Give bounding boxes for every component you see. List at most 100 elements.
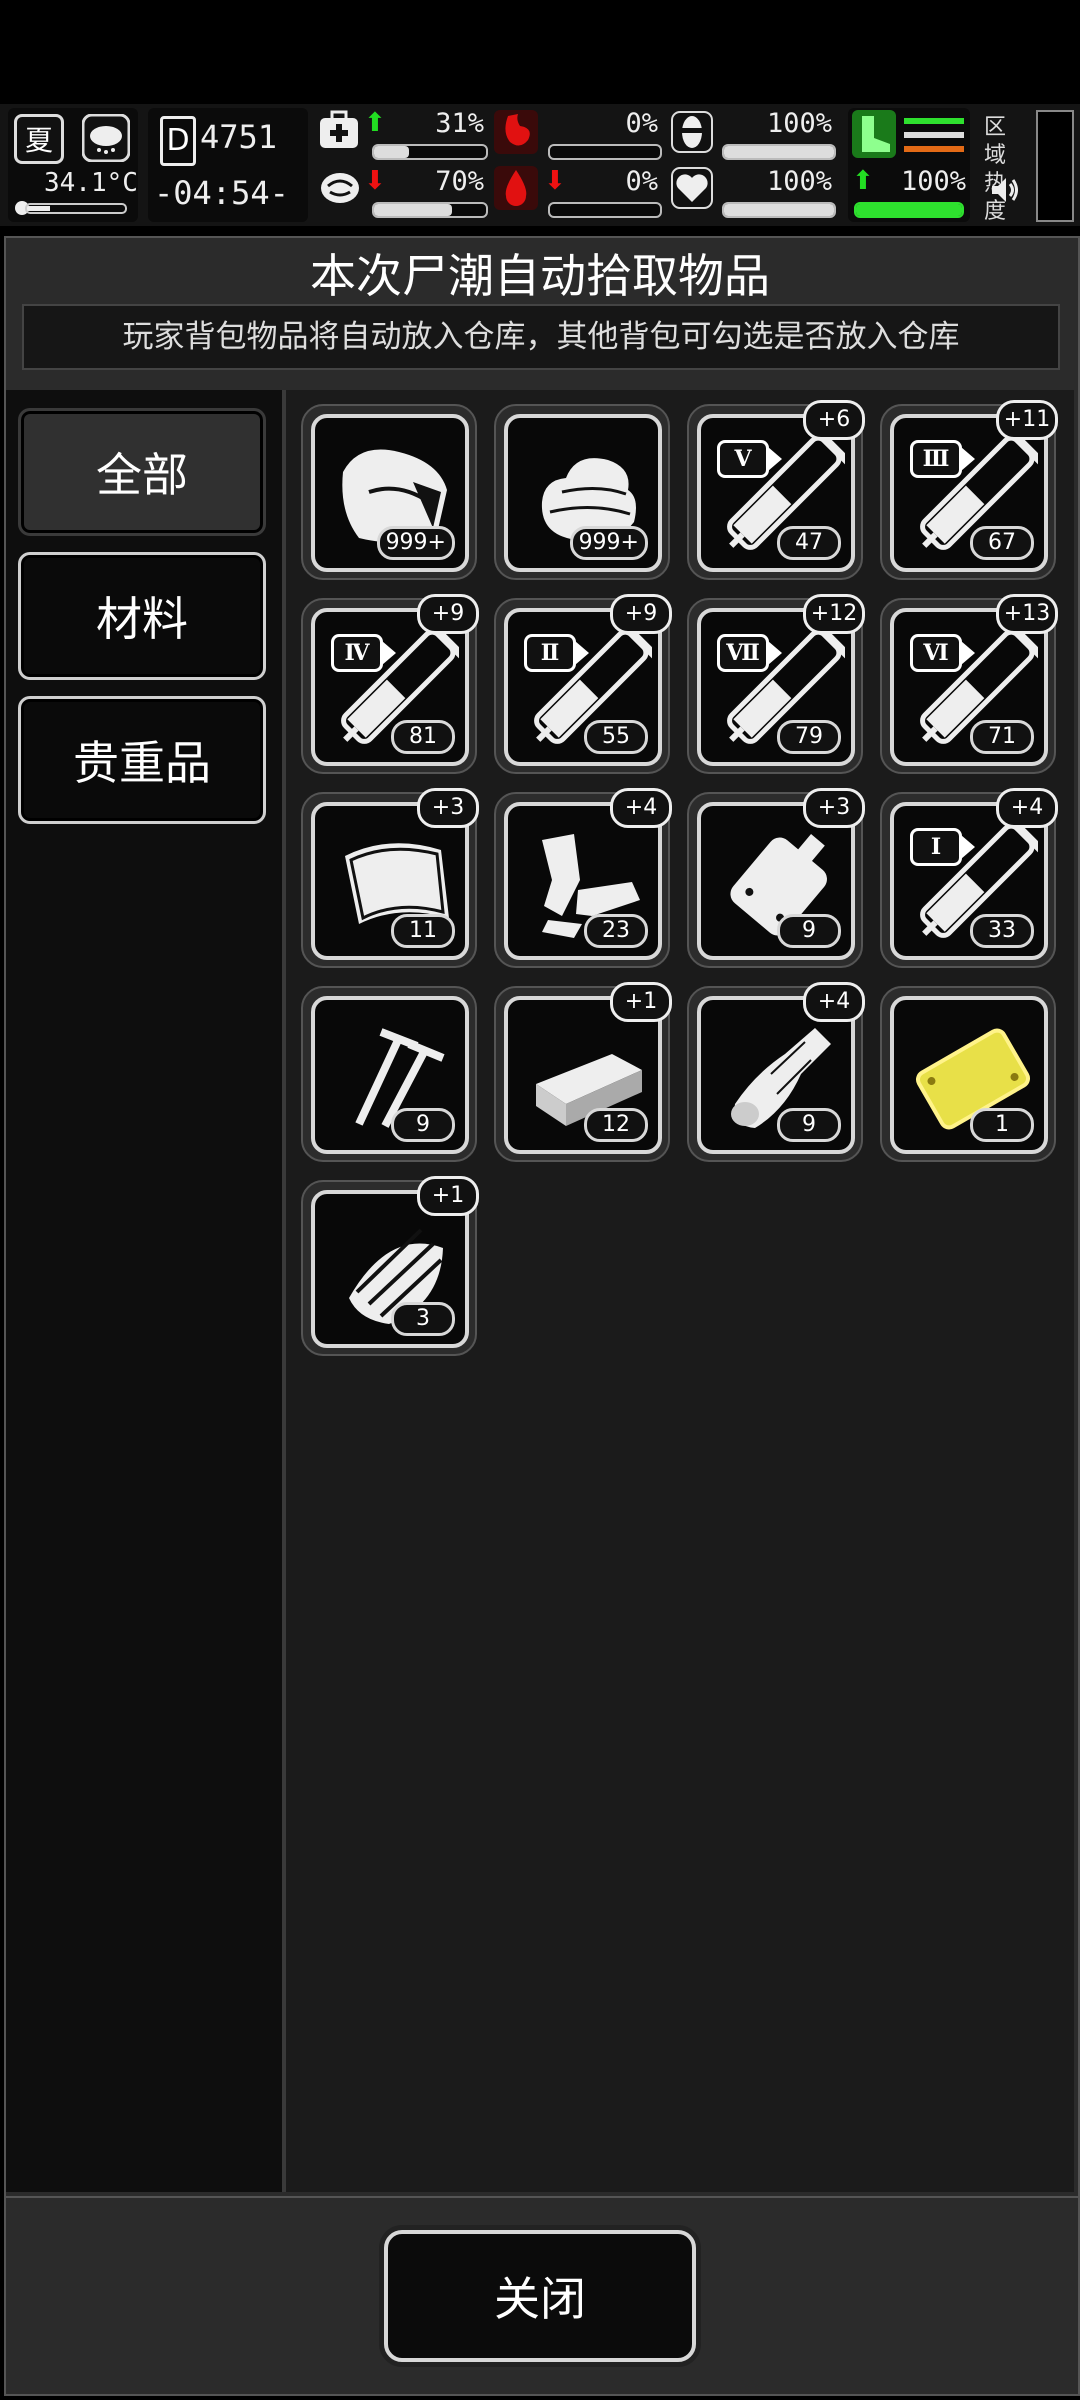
item-count: 9 bbox=[391, 1108, 455, 1142]
item-slot[interactable]: 9 +3 bbox=[687, 788, 865, 968]
armor-percent: 100% bbox=[766, 108, 832, 139]
item-tier-badge: Ⅶ bbox=[717, 634, 782, 672]
item-slot[interactable]: I 33 +4 bbox=[880, 788, 1058, 968]
blood-bar bbox=[548, 202, 662, 218]
clock-panel: D 4751 -04:54- bbox=[148, 108, 308, 222]
item-bonus-bubble: +12 bbox=[803, 594, 865, 634]
item-count: 55 bbox=[584, 720, 648, 754]
item-count: 12 bbox=[584, 1108, 648, 1142]
stamina-bar bbox=[854, 202, 964, 218]
item-frame: 999+ bbox=[504, 414, 662, 572]
item-slot[interactable]: 9 bbox=[301, 986, 477, 1162]
tab-all[interactable]: 全部 bbox=[18, 408, 266, 536]
item-bonus-bubble: +1 bbox=[417, 1176, 479, 1216]
tab-valuables-label: 贵重品 bbox=[73, 736, 211, 790]
item-count: 9 bbox=[777, 1108, 841, 1142]
stamina-stripe-2 bbox=[904, 132, 964, 138]
brain-bar bbox=[372, 202, 488, 218]
season-label: 夏 bbox=[24, 124, 53, 157]
stamina-stripe-1 bbox=[904, 118, 964, 124]
zone-heat-label: 区域热度 bbox=[984, 115, 1007, 224]
item-count: 3 bbox=[391, 1302, 455, 1336]
item-slot[interactable]: Ⅱ 55 +9 bbox=[494, 594, 672, 774]
stamina-stripe-3 bbox=[904, 146, 964, 152]
item-count: 999+ bbox=[376, 526, 455, 560]
dialog-title: 本次尸潮自动拾取物品 bbox=[310, 249, 770, 303]
heart-bar-fill bbox=[724, 204, 834, 216]
close-button[interactable]: 关闭 bbox=[384, 2230, 696, 2362]
item-slot[interactable]: 9 +4 bbox=[687, 982, 865, 1162]
medkit-icon bbox=[318, 110, 360, 152]
time-readout: -04:54- bbox=[154, 174, 289, 212]
weather-panel: 夏 34.1°C bbox=[8, 108, 138, 222]
item-slot[interactable]: 999+ bbox=[494, 404, 670, 580]
item-count: 67 bbox=[970, 526, 1034, 560]
item-bonus-bubble: +9 bbox=[610, 594, 672, 634]
health-bar-fill bbox=[374, 146, 409, 158]
stamina-panel: ⬆ 100% bbox=[848, 108, 970, 222]
stomach-bar bbox=[548, 144, 662, 160]
season-badge: 夏 bbox=[14, 114, 64, 164]
item-count: 79 bbox=[777, 720, 841, 754]
item-tier-badge: I bbox=[910, 828, 975, 866]
close-button-label: 关闭 bbox=[494, 2272, 586, 2326]
item-slot[interactable]: Ⅲ 67 +11 bbox=[880, 400, 1058, 580]
day-badge: D bbox=[160, 116, 196, 166]
item-count: 999+ bbox=[569, 526, 648, 560]
item-slot[interactable]: 12 +1 bbox=[494, 982, 672, 1162]
tab-materials-label: 材料 bbox=[96, 592, 188, 646]
item-tier-badge: Ⅳ bbox=[331, 634, 396, 672]
item-count: 11 bbox=[391, 914, 455, 948]
brain-icon bbox=[318, 166, 362, 210]
item-slot[interactable]: Ⅶ 79 +12 bbox=[687, 594, 865, 774]
tab-valuables[interactable]: 贵重品 bbox=[18, 696, 266, 824]
stomach-percent: 0% bbox=[625, 108, 658, 139]
day-number: 4751 bbox=[200, 118, 278, 156]
status-bar: 夏 34.1°C D 4751 -04:54- ⬆ 31% ⬇ 70% 0% ⬇… bbox=[0, 104, 1080, 226]
armor-bar-fill bbox=[724, 146, 834, 158]
stamina-bar-fill bbox=[856, 204, 962, 216]
item-bonus-bubble: +9 bbox=[417, 594, 479, 634]
item-bonus-bubble: +1 bbox=[610, 982, 672, 1022]
item-count: 33 bbox=[970, 914, 1034, 948]
heart-icon bbox=[670, 166, 714, 210]
tab-materials[interactable]: 材料 bbox=[18, 552, 266, 680]
blood-down-arrow-icon: ⬇ bbox=[544, 166, 566, 196]
item-tier-badge: Ⅱ bbox=[524, 634, 589, 672]
item-slot[interactable]: 23 +4 bbox=[494, 788, 672, 968]
item-frame: 1 bbox=[890, 996, 1048, 1154]
item-count: 81 bbox=[391, 720, 455, 754]
health-bar bbox=[372, 144, 488, 160]
item-slot[interactable]: 1 bbox=[880, 986, 1056, 1162]
item-bonus-bubble: +3 bbox=[417, 788, 479, 828]
zone-heat-meter bbox=[1036, 110, 1074, 222]
item-count: 47 bbox=[777, 526, 841, 560]
brain-down-arrow-icon: ⬇ bbox=[364, 166, 386, 196]
item-slot[interactable]: 3 +1 bbox=[301, 1176, 479, 1356]
item-frame: 999+ bbox=[311, 414, 469, 572]
item-bonus-bubble: +4 bbox=[996, 788, 1058, 828]
item-slot[interactable]: 999+ bbox=[301, 404, 477, 580]
brain-percent: 70% bbox=[435, 166, 484, 197]
item-bonus-bubble: +6 bbox=[803, 400, 865, 440]
tab-all-label: 全部 bbox=[96, 448, 188, 502]
health-percent: 31% bbox=[435, 108, 484, 139]
blood-drop-icon bbox=[494, 166, 538, 210]
heart-percent: 100% bbox=[766, 166, 832, 197]
item-tier-badge: Ⅵ bbox=[910, 634, 975, 672]
temperature-readout: 34.1°C bbox=[44, 168, 138, 198]
brain-bar-fill bbox=[374, 204, 453, 216]
speaker-icon[interactable] bbox=[988, 174, 1020, 206]
boot-icon bbox=[852, 110, 896, 158]
blood-percent: 0% bbox=[625, 166, 658, 197]
item-bonus-bubble: +4 bbox=[803, 982, 865, 1022]
item-slot[interactable]: Ⅳ 81 +9 bbox=[301, 594, 479, 774]
item-count: 23 bbox=[584, 914, 648, 948]
item-count: 71 bbox=[970, 720, 1034, 754]
armor-icon bbox=[670, 110, 714, 154]
item-slot[interactable]: 11 +3 bbox=[301, 788, 479, 968]
item-slot[interactable]: V 47 +6 bbox=[687, 400, 865, 580]
item-slot[interactable]: Ⅵ 71 +13 bbox=[880, 594, 1058, 774]
cloud-rain-icon bbox=[81, 113, 131, 163]
thermometer-icon bbox=[14, 200, 132, 216]
